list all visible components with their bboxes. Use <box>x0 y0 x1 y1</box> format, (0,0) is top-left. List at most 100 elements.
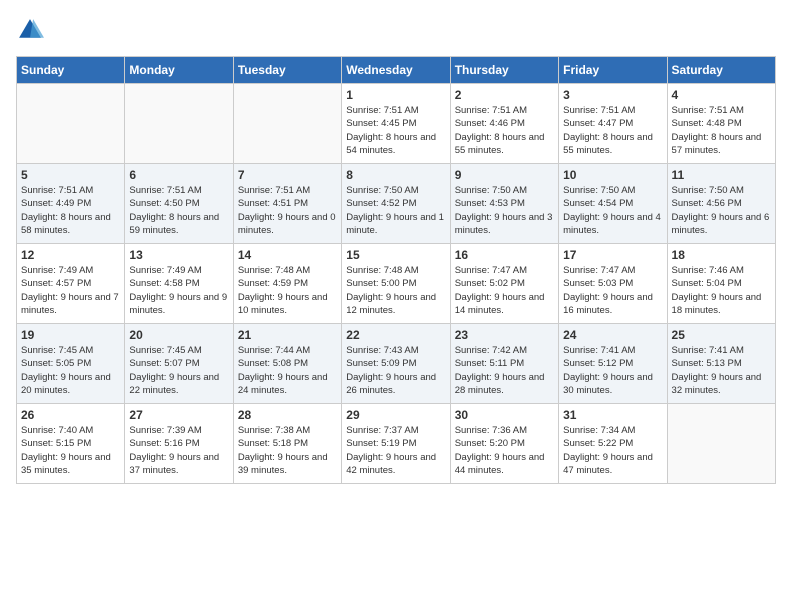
calendar-cell: 14 Sunrise: 7:48 AMSunset: 4:59 PMDayligh… <box>233 244 341 324</box>
weekday-header-wednesday: Wednesday <box>342 57 450 84</box>
day-number: 20 <box>129 328 228 342</box>
day-number: 15 <box>346 248 445 262</box>
day-number: 11 <box>672 168 771 182</box>
calendar-cell: 12 Sunrise: 7:49 AMSunset: 4:57 PMDayligh… <box>17 244 125 324</box>
cell-info: Sunrise: 7:51 AMSunset: 4:46 PMDaylight:… <box>455 105 545 156</box>
day-number: 31 <box>563 408 662 422</box>
day-number: 17 <box>563 248 662 262</box>
calendar-cell: 27 Sunrise: 7:39 AMSunset: 5:16 PMDayligh… <box>125 404 233 484</box>
weekday-header-row: SundayMondayTuesdayWednesdayThursdayFrid… <box>17 57 776 84</box>
calendar-cell: 2 Sunrise: 7:51 AMSunset: 4:46 PMDaylight… <box>450 84 558 164</box>
calendar-week-3: 12 Sunrise: 7:49 AMSunset: 4:57 PMDayligh… <box>17 244 776 324</box>
cell-info: Sunrise: 7:50 AMSunset: 4:54 PMDaylight:… <box>563 185 661 236</box>
cell-info: Sunrise: 7:39 AMSunset: 5:16 PMDaylight:… <box>129 425 219 476</box>
cell-info: Sunrise: 7:45 AMSunset: 5:05 PMDaylight:… <box>21 345 111 396</box>
cell-info: Sunrise: 7:48 AMSunset: 4:59 PMDaylight:… <box>238 265 328 316</box>
day-number: 4 <box>672 88 771 102</box>
cell-info: Sunrise: 7:38 AMSunset: 5:18 PMDaylight:… <box>238 425 328 476</box>
cell-info: Sunrise: 7:51 AMSunset: 4:50 PMDaylight:… <box>129 185 219 236</box>
calendar-cell: 8 Sunrise: 7:50 AMSunset: 4:52 PMDaylight… <box>342 164 450 244</box>
calendar-cell: 29 Sunrise: 7:37 AMSunset: 5:19 PMDayligh… <box>342 404 450 484</box>
day-number: 23 <box>455 328 554 342</box>
cell-info: Sunrise: 7:51 AMSunset: 4:49 PMDaylight:… <box>21 185 111 236</box>
cell-info: Sunrise: 7:44 AMSunset: 5:08 PMDaylight:… <box>238 345 328 396</box>
calendar-cell: 21 Sunrise: 7:44 AMSunset: 5:08 PMDayligh… <box>233 324 341 404</box>
cell-info: Sunrise: 7:36 AMSunset: 5:20 PMDaylight:… <box>455 425 545 476</box>
calendar-cell: 9Sunrise: 7:50 AMSunset: 4:53 PMDaylight… <box>450 164 558 244</box>
calendar-cell: 17Sunrise: 7:47 AMSunset: 5:03 PMDayligh… <box>559 244 667 324</box>
cell-info: Sunrise: 7:40 AMSunset: 5:15 PMDaylight:… <box>21 425 111 476</box>
calendar-cell <box>17 84 125 164</box>
calendar-cell: 19Sunrise: 7:45 AMSunset: 5:05 PMDayligh… <box>17 324 125 404</box>
cell-info: Sunrise: 7:45 AMSunset: 5:07 PMDaylight:… <box>129 345 219 396</box>
day-number: 8 <box>346 168 445 182</box>
calendar-cell: 22 Sunrise: 7:43 AMSunset: 5:09 PMDayligh… <box>342 324 450 404</box>
day-number: 6 <box>129 168 228 182</box>
cell-info: Sunrise: 7:51 AMSunset: 4:45 PMDaylight:… <box>346 105 436 156</box>
calendar-cell: 5 Sunrise: 7:51 AMSunset: 4:49 PMDaylight… <box>17 164 125 244</box>
day-number: 22 <box>346 328 445 342</box>
calendar-cell: 11 Sunrise: 7:50 AMSunset: 4:56 PMDayligh… <box>667 164 775 244</box>
calendar-cell: 26 Sunrise: 7:40 AMSunset: 5:15 PMDayligh… <box>17 404 125 484</box>
weekday-header-monday: Monday <box>125 57 233 84</box>
calendar-cell <box>233 84 341 164</box>
header <box>16 16 776 44</box>
logo <box>16 16 48 44</box>
calendar-cell: 3Sunrise: 7:51 AMSunset: 4:47 PMDaylight… <box>559 84 667 164</box>
calendar-cell: 10Sunrise: 7:50 AMSunset: 4:54 PMDayligh… <box>559 164 667 244</box>
day-number: 9 <box>455 168 554 182</box>
day-number: 5 <box>21 168 120 182</box>
day-number: 26 <box>21 408 120 422</box>
cell-info: Sunrise: 7:43 AMSunset: 5:09 PMDaylight:… <box>346 345 436 396</box>
calendar-week-2: 5 Sunrise: 7:51 AMSunset: 4:49 PMDaylight… <box>17 164 776 244</box>
cell-info: Sunrise: 7:51 AMSunset: 4:48 PMDaylight:… <box>672 105 762 156</box>
calendar-cell: 13 Sunrise: 7:49 AMSunset: 4:58 PMDayligh… <box>125 244 233 324</box>
calendar-cell: 20 Sunrise: 7:45 AMSunset: 5:07 PMDayligh… <box>125 324 233 404</box>
cell-info: Sunrise: 7:51 AMSunset: 4:51 PMDaylight:… <box>238 185 336 236</box>
day-number: 18 <box>672 248 771 262</box>
calendar-cell <box>667 404 775 484</box>
calendar-cell: 23 Sunrise: 7:42 AMSunset: 5:11 PMDayligh… <box>450 324 558 404</box>
logo-icon <box>16 16 44 44</box>
cell-info: Sunrise: 7:49 AMSunset: 4:57 PMDaylight:… <box>21 265 119 316</box>
calendar-cell: 30 Sunrise: 7:36 AMSunset: 5:20 PMDayligh… <box>450 404 558 484</box>
weekday-header-tuesday: Tuesday <box>233 57 341 84</box>
calendar-cell: 7 Sunrise: 7:51 AMSunset: 4:51 PMDaylight… <box>233 164 341 244</box>
day-number: 2 <box>455 88 554 102</box>
day-number: 1 <box>346 88 445 102</box>
cell-info: Sunrise: 7:34 AMSunset: 5:22 PMDaylight:… <box>563 425 653 476</box>
cell-info: Sunrise: 7:49 AMSunset: 4:58 PMDaylight:… <box>129 265 227 316</box>
weekday-header-thursday: Thursday <box>450 57 558 84</box>
calendar-cell: 6 Sunrise: 7:51 AMSunset: 4:50 PMDaylight… <box>125 164 233 244</box>
day-number: 13 <box>129 248 228 262</box>
day-number: 28 <box>238 408 337 422</box>
calendar-cell: 1 Sunrise: 7:51 AMSunset: 4:45 PMDaylight… <box>342 84 450 164</box>
day-number: 30 <box>455 408 554 422</box>
day-number: 27 <box>129 408 228 422</box>
calendar-week-5: 26 Sunrise: 7:40 AMSunset: 5:15 PMDayligh… <box>17 404 776 484</box>
cell-info: Sunrise: 7:50 AMSunset: 4:56 PMDaylight:… <box>672 185 770 236</box>
calendar-cell: 31 Sunrise: 7:34 AMSunset: 5:22 PMDayligh… <box>559 404 667 484</box>
cell-info: Sunrise: 7:37 AMSunset: 5:19 PMDaylight:… <box>346 425 436 476</box>
cell-info: Sunrise: 7:41 AMSunset: 5:13 PMDaylight:… <box>672 345 762 396</box>
day-number: 16 <box>455 248 554 262</box>
cell-info: Sunrise: 7:48 AMSunset: 5:00 PMDaylight:… <box>346 265 436 316</box>
cell-info: Sunrise: 7:42 AMSunset: 5:11 PMDaylight:… <box>455 345 545 396</box>
calendar-cell: 18Sunrise: 7:46 AMSunset: 5:04 PMDayligh… <box>667 244 775 324</box>
calendar-week-4: 19Sunrise: 7:45 AMSunset: 5:05 PMDayligh… <box>17 324 776 404</box>
calendar-cell: 4 Sunrise: 7:51 AMSunset: 4:48 PMDaylight… <box>667 84 775 164</box>
calendar-cell: 28 Sunrise: 7:38 AMSunset: 5:18 PMDayligh… <box>233 404 341 484</box>
day-number: 24 <box>563 328 662 342</box>
day-number: 7 <box>238 168 337 182</box>
cell-info: Sunrise: 7:41 AMSunset: 5:12 PMDaylight:… <box>563 345 653 396</box>
day-number: 21 <box>238 328 337 342</box>
day-number: 12 <box>21 248 120 262</box>
calendar-week-1: 1 Sunrise: 7:51 AMSunset: 4:45 PMDaylight… <box>17 84 776 164</box>
day-number: 25 <box>672 328 771 342</box>
weekday-header-friday: Friday <box>559 57 667 84</box>
calendar-cell: 24 Sunrise: 7:41 AMSunset: 5:12 PMDayligh… <box>559 324 667 404</box>
calendar-cell <box>125 84 233 164</box>
day-number: 14 <box>238 248 337 262</box>
day-number: 29 <box>346 408 445 422</box>
cell-info: Sunrise: 7:50 AMSunset: 4:52 PMDaylight:… <box>346 185 444 236</box>
